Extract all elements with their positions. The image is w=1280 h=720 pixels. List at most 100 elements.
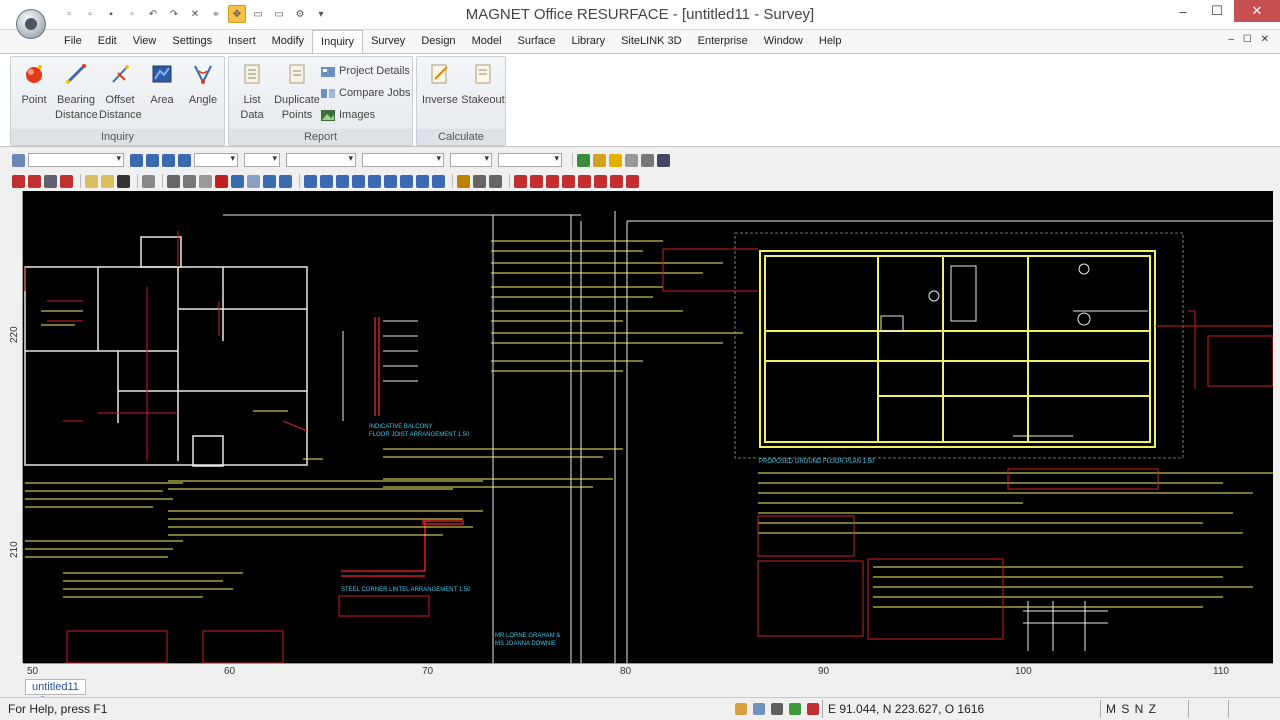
color-combo[interactable] — [194, 153, 238, 167]
grid-tool-icon[interactable] — [625, 153, 638, 167]
minimize-button[interactable]: – — [1166, 0, 1200, 22]
trim-tool-icon[interactable] — [562, 174, 575, 188]
zoom-scale-icon[interactable] — [400, 174, 413, 188]
zoom-window-icon[interactable] — [263, 174, 276, 188]
list-data-button[interactable]: List Data — [235, 61, 269, 123]
lineweight-combo[interactable] — [286, 153, 356, 167]
document-tab-untitled11[interactable]: untitled11 - Survey — [25, 679, 86, 707]
menu-help[interactable]: Help — [811, 30, 850, 53]
prev-icon[interactable] — [130, 153, 143, 167]
area-button[interactable]: Area — [147, 61, 177, 108]
right-floor-plan — [759, 250, 1156, 448]
snap-end-icon[interactable] — [28, 174, 41, 188]
menu-file[interactable]: File — [56, 30, 90, 53]
point-icon — [26, 65, 42, 83]
next-icon[interactable] — [146, 153, 159, 167]
copy-icon[interactable] — [183, 174, 196, 188]
zoom-extents-icon[interactable] — [352, 174, 365, 188]
cut-icon[interactable] — [167, 174, 180, 188]
style-combo[interactable] — [362, 153, 444, 167]
menu-library[interactable]: Library — [563, 30, 613, 53]
bearing-distance-button[interactable]: Bearing Distance — [55, 61, 98, 123]
status-cell — [1228, 700, 1268, 718]
select-icon[interactable] — [178, 153, 191, 167]
mdi-window-controls[interactable]: – ☐ ✕ — [1229, 34, 1272, 45]
print-preview-icon[interactable] — [44, 174, 57, 188]
paste-icon[interactable] — [199, 174, 212, 188]
stakeout-button[interactable]: Stakeout — [461, 61, 505, 108]
ruler-label: 70 — [422, 666, 434, 677]
application-menu-button[interactable] — [16, 9, 46, 39]
project-details-button[interactable]: Project Details — [321, 62, 410, 80]
menu-modify[interactable]: Modify — [264, 30, 312, 53]
extend-tool-icon[interactable] — [594, 174, 607, 188]
zoom-realtime-icon[interactable] — [432, 174, 445, 188]
status-sync-icon[interactable] — [771, 703, 783, 715]
maximize-button[interactable]: ☐ — [1200, 0, 1234, 22]
distance-tool-icon[interactable] — [489, 174, 502, 188]
menu-model[interactable]: Model — [464, 30, 510, 53]
status-record-icon[interactable] — [807, 703, 819, 715]
arc-tool-icon[interactable] — [578, 174, 591, 188]
match-properties-icon[interactable] — [457, 174, 470, 188]
open-drawing-icon[interactable] — [101, 174, 114, 188]
linetype-combo[interactable] — [244, 153, 280, 167]
menu-view[interactable]: View — [125, 30, 165, 53]
cross-tool-icon[interactable] — [546, 174, 559, 188]
redo-edit-icon[interactable] — [247, 174, 260, 188]
properties-icon[interactable] — [473, 174, 486, 188]
line-tool-icon[interactable] — [530, 174, 543, 188]
zoom-center-icon[interactable] — [416, 174, 429, 188]
drawing-canvas[interactable]: INDICATIVE BALCONY FLOOR JOIST ARRANGEME… — [23, 191, 1273, 663]
zoom-all-icon[interactable] — [368, 174, 381, 188]
menu-survey[interactable]: Survey — [363, 30, 413, 53]
zoom-selection-icon[interactable] — [384, 174, 397, 188]
close-button[interactable]: ✕ — [1234, 0, 1280, 22]
layer-combo[interactable] — [28, 153, 124, 167]
menu-design[interactable]: Design — [413, 30, 463, 53]
image-tool-icon[interactable] — [577, 153, 590, 167]
undo-edit-icon[interactable] — [231, 174, 244, 188]
menu-settings[interactable]: Settings — [164, 30, 220, 53]
snap-mode-indicator[interactable]: M S N Z — [1100, 700, 1186, 718]
measure-tool-icon[interactable] — [593, 153, 606, 167]
text-size-combo[interactable] — [450, 153, 492, 167]
new-drawing-icon[interactable] — [85, 174, 98, 188]
save-drawing-icon[interactable] — [117, 174, 130, 188]
point-button[interactable]: Point — [19, 61, 49, 108]
zoom-in-icon[interactable] — [320, 174, 333, 188]
circle-tool-icon[interactable] — [514, 174, 527, 188]
layer-manager-icon[interactable] — [12, 153, 25, 167]
snap-point-icon[interactable] — [12, 174, 25, 188]
offset-distance-button[interactable]: Offset Distance — [99, 61, 142, 123]
status-up-icon[interactable] — [789, 703, 801, 715]
print-drawing-icon[interactable] — [142, 174, 155, 188]
menu-surface[interactable]: Surface — [510, 30, 564, 53]
angle-icon — [194, 65, 212, 85]
snap-tool-icon[interactable] — [641, 153, 654, 167]
menu-insert[interactable]: Insert — [220, 30, 264, 53]
diamond-tool-icon[interactable] — [609, 153, 622, 167]
inverse-button[interactable]: Inverse — [421, 61, 459, 108]
offset-tool-icon[interactable] — [610, 174, 623, 188]
menu-edit[interactable]: Edit — [90, 30, 125, 53]
images-button[interactable]: Images — [321, 106, 375, 124]
pin-icon[interactable] — [60, 174, 73, 188]
find-icon[interactable] — [162, 153, 175, 167]
scale-combo[interactable] — [498, 153, 562, 167]
pan-icon[interactable] — [304, 174, 317, 188]
status-link-icon[interactable] — [753, 703, 765, 715]
menu-sitelink-3d[interactable]: SiteLINK 3D — [613, 30, 690, 53]
menu-enterprise[interactable]: Enterprise — [690, 30, 756, 53]
snap-grid-icon[interactable] — [626, 174, 639, 188]
menu-window[interactable]: Window — [756, 30, 811, 53]
duplicate-points-button[interactable]: Duplicate Points — [273, 61, 321, 123]
axis-tool-icon[interactable] — [657, 153, 670, 167]
angle-button[interactable]: Angle — [187, 61, 219, 108]
delete-icon[interactable] — [215, 174, 228, 188]
compare-jobs-button[interactable]: Compare Jobs — [321, 84, 411, 102]
zoom-out-icon[interactable] — [336, 174, 349, 188]
zoom-prev-icon[interactable] — [279, 174, 292, 188]
status-mail-icon[interactable] — [735, 703, 747, 715]
menu-inquiry[interactable]: Inquiry — [312, 29, 364, 54]
